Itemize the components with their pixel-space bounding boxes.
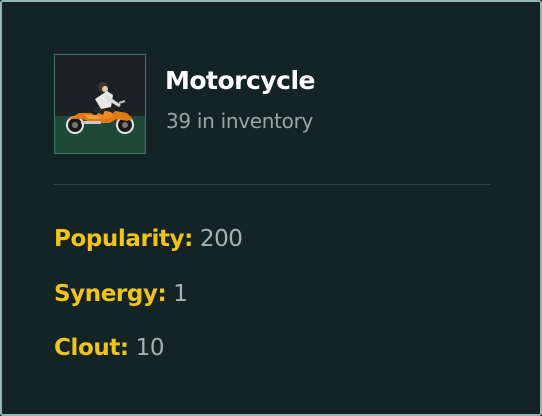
stat-value: 10 [135,335,165,361]
item-name: Motorcycle [165,66,315,95]
motorcycle-icon [54,54,146,154]
stat-clout: Clout: 10 [54,335,165,361]
stat-label: Popularity: [54,226,193,252]
stat-label: Clout: [54,335,129,361]
inventory-count: 39 in inventory [166,109,314,133]
stat-synergy: Synergy: 1 [54,281,188,307]
item-tooltip-panel: Motorcycle 39 in inventory Popularity: 2… [0,0,542,416]
divider [54,184,490,185]
stat-value: 200 [199,226,243,252]
stat-value: 1 [173,281,188,307]
motorcycle-rider-icon [66,82,134,134]
stat-label: Synergy: [54,281,167,307]
stat-popularity: Popularity: 200 [54,226,243,252]
